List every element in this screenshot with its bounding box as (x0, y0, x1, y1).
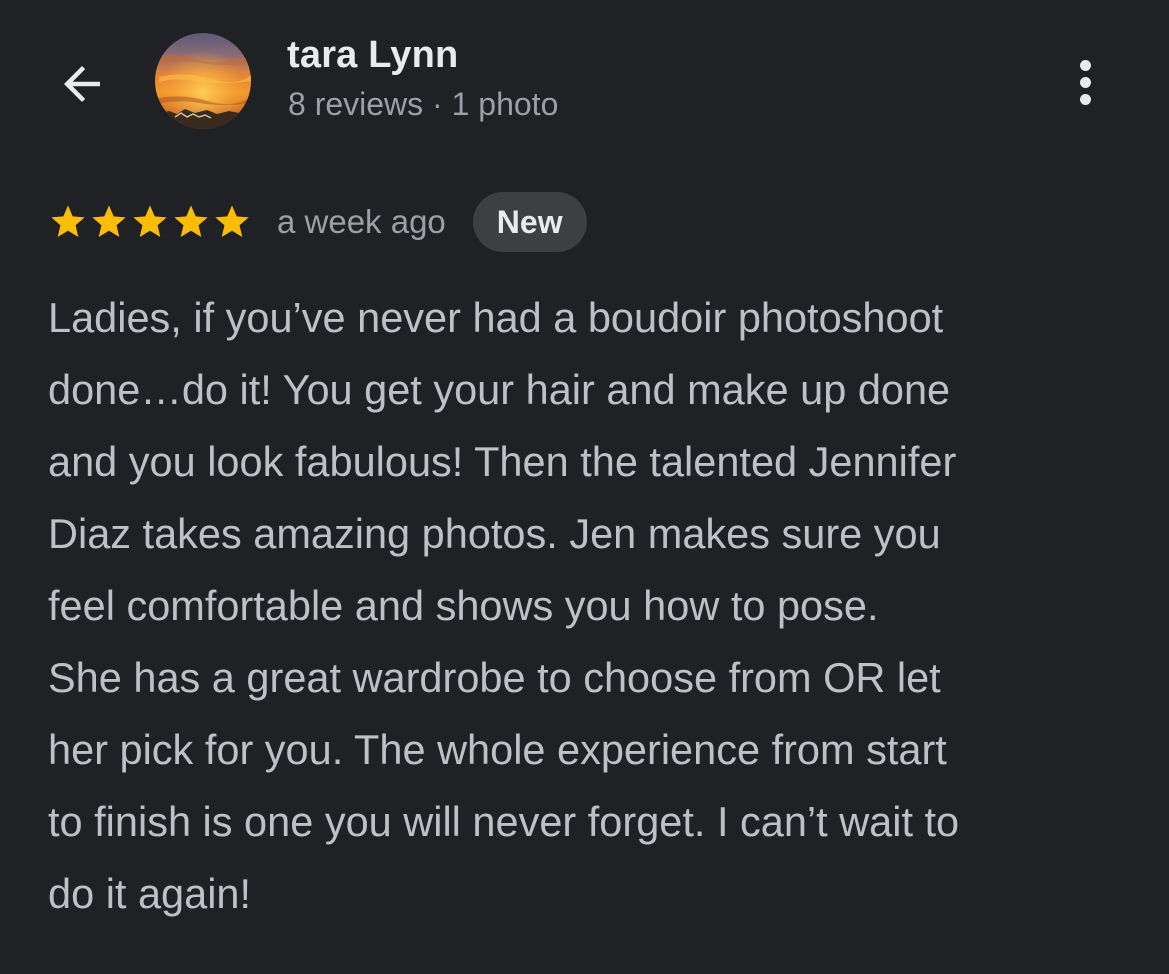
star-icon (92, 205, 126, 237)
avatar[interactable] (155, 33, 251, 129)
review-text-line: feel comfortable and shows you how to po… (48, 582, 879, 629)
rating-row: a week ago New (48, 192, 587, 252)
star-icon (174, 205, 208, 237)
review-text-line: her pick for you. The whole experience f… (48, 726, 947, 773)
review-text-line: do it again! (48, 870, 252, 917)
review-body: Ladies, if you’ve never had a boudoir ph… (48, 282, 1138, 930)
review-header: tara Lynn 8 reviews · 1 photo (0, 0, 1169, 160)
reviewer-stats: 8 reviews · 1 photo (288, 86, 559, 122)
more-vert-icon-dot (1079, 76, 1091, 88)
star-rating (48, 202, 252, 242)
more-vert-icon-dot (1079, 93, 1091, 105)
star-icon (215, 205, 249, 237)
new-badge: New (472, 192, 587, 252)
star-icon (133, 205, 167, 237)
sunset-avatar-image (155, 33, 251, 129)
more-vert-icon-dot (1079, 59, 1091, 71)
review-text-line: Ladies, if you’ve never had a boudoir ph… (48, 294, 944, 341)
review-text-line: and you look fabulous! Then the talented… (48, 438, 957, 485)
review-text-line: She has a great wardrobe to choose from … (48, 654, 941, 701)
review-text-line: to finish is one you will never forget. … (48, 798, 960, 845)
review-text-line: done…do it! You get your hair and make u… (48, 366, 951, 413)
arrow-back-icon (64, 66, 100, 102)
reviewer-name[interactable]: tara Lynn (287, 34, 458, 77)
back-button[interactable] (50, 52, 114, 116)
more-options-button[interactable] (1060, 52, 1110, 112)
review-text-line: Diaz takes amazing photos. Jen makes sur… (48, 510, 941, 557)
star-icon (51, 205, 85, 237)
review-time: a week ago (277, 203, 446, 240)
